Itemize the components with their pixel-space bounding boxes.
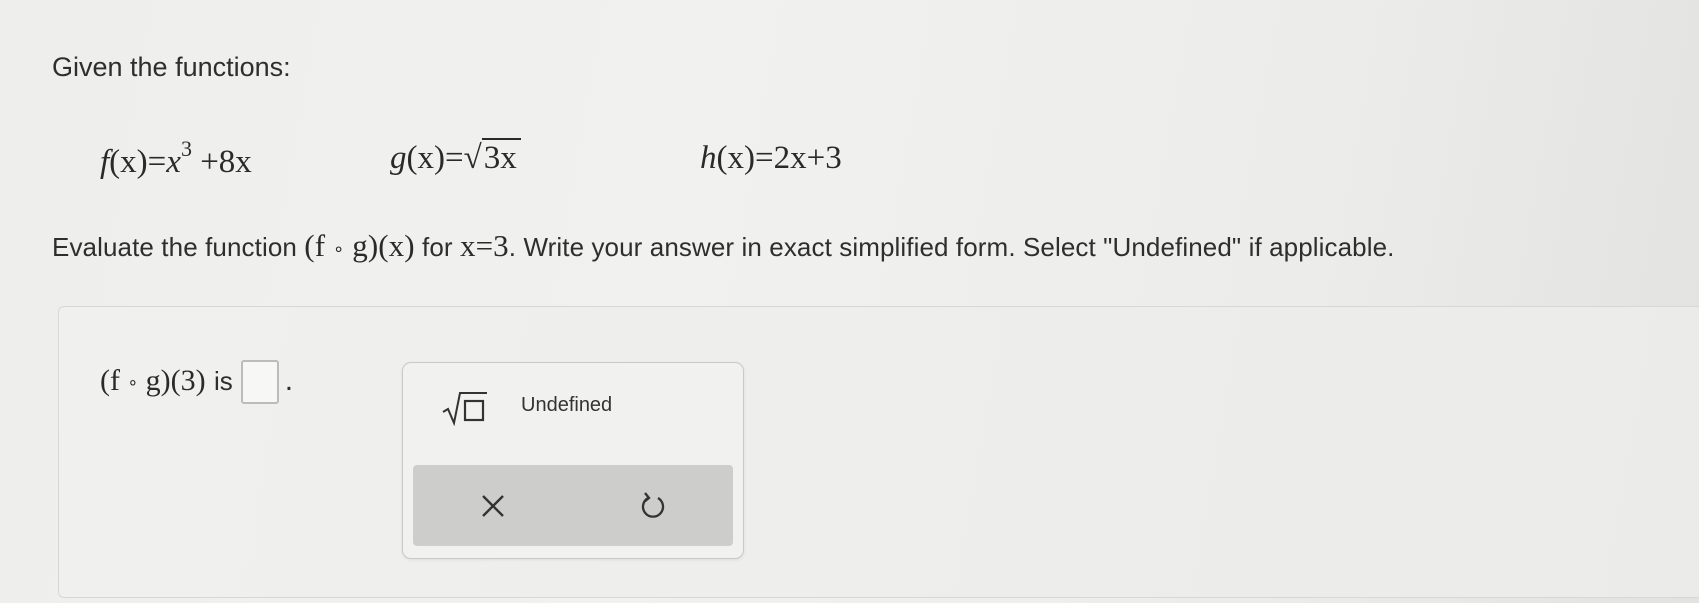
composition-operator: ∘ <box>332 238 345 259</box>
sqrt-button[interactable] <box>435 385 495 431</box>
g-name: g <box>390 140 407 176</box>
answer-period: . <box>284 363 294 397</box>
f-name: f <box>100 144 110 180</box>
instruction-mid: for <box>414 232 460 262</box>
instruction-condition: x=3 <box>460 228 509 263</box>
f-arg: (x) <box>109 144 148 180</box>
composition-open: (f <box>304 228 326 263</box>
answer-lhs: (f ∘ g)(3) <box>100 364 206 397</box>
function-h: h(x)=2x+3 <box>700 140 842 177</box>
prompt-text: Given the functions: <box>52 52 291 82</box>
instruction-text: Evaluate the function (f ∘ g)(x) for x=3… <box>52 228 1395 264</box>
close-icon <box>482 494 504 517</box>
action-bar <box>413 465 733 546</box>
h-expr: 2x+3 <box>773 140 842 176</box>
g-arg: (x) <box>406 140 445 176</box>
instruction-before: Evaluate the function <box>52 232 305 262</box>
h-eq: = <box>754 140 774 176</box>
instruction-after: . Write your answer in exact simplified … <box>508 232 1395 262</box>
f-eq: = <box>147 144 167 180</box>
g-radicand: 3x <box>481 138 521 176</box>
answer-statement: (f ∘ g)(3) is. <box>100 360 293 404</box>
function-f: f(x)=x3 +8x <box>100 136 252 181</box>
f-rest: +8x <box>191 144 252 180</box>
answer-area <box>58 306 1699 598</box>
answer-is-label: is <box>213 365 233 396</box>
radical-sign: √ <box>463 140 482 176</box>
undo-button[interactable] <box>573 465 733 546</box>
answer-lhs-open: (f <box>100 363 120 397</box>
h-arg: (x) <box>716 140 755 176</box>
function-g: g(x)=√3x <box>390 138 521 177</box>
composition-expr: (f ∘ g)(x) <box>304 228 414 263</box>
answer-operator: ∘ <box>127 373 139 393</box>
clear-button[interactable] <box>413 465 573 546</box>
composition-close: g)(x) <box>352 228 415 263</box>
g-eq: = <box>444 140 464 176</box>
undo-icon <box>641 491 665 518</box>
square-root-template-icon <box>442 392 487 426</box>
h-name: h <box>700 140 717 176</box>
f-exponent: 3 <box>180 136 192 161</box>
undefined-button[interactable]: Undefined <box>521 394 612 417</box>
answer-lhs-close: g)(3) <box>145 363 206 397</box>
answer-input[interactable] <box>240 360 279 404</box>
math-palette: Undefined <box>402 362 744 559</box>
f-base: x <box>166 144 181 180</box>
